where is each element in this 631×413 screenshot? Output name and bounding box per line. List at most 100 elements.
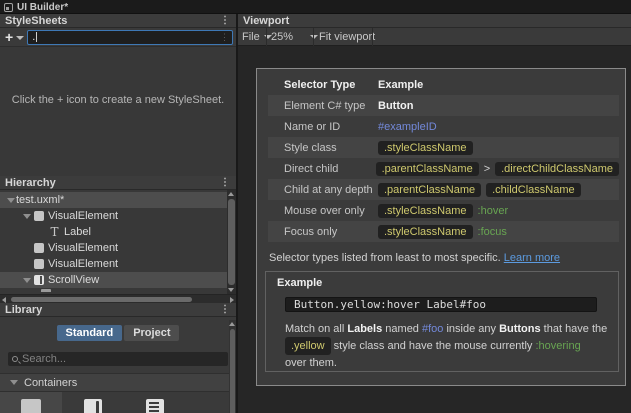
table-row: Element C# type Button xyxy=(268,95,619,116)
left-panel-column: StyleSheets ⋮ + . ⋮ Click the + icon to … xyxy=(0,14,236,413)
expander-arrow-icon[interactable] xyxy=(21,277,32,283)
scroll-down-arrow-icon[interactable] xyxy=(228,288,234,292)
field-menu-icon: ⋮ xyxy=(220,31,229,42)
library-item-list-view[interactable] xyxy=(124,392,186,413)
hierarchy-menu-icon[interactable]: ⋮ xyxy=(218,177,232,188)
text-segment-plain: inside any xyxy=(443,323,500,335)
library-item-scroll-view[interactable] xyxy=(62,392,124,413)
text-segment-plain: > xyxy=(483,162,491,175)
hierarchy-item-visualelement[interactable]: VisualElement xyxy=(0,240,236,256)
expander-arrow-icon[interactable] xyxy=(21,213,32,219)
text-segment-id: #foo xyxy=(421,323,444,335)
table-row: Focus only .styleClassName:focus xyxy=(268,221,619,242)
text-segment-bold: Buttons xyxy=(499,323,541,335)
library-vertical-scrollbar[interactable] xyxy=(229,320,236,413)
text-segment-plain: Match on all xyxy=(285,323,348,335)
text-segment-chip: .directChildClassName xyxy=(495,161,619,176)
description-line: Match on all Labels named #foo inside an… xyxy=(285,321,608,337)
search-placeholder: Search... xyxy=(22,353,67,365)
stylesheets-body: Click the + icon to create a new StyleSh… xyxy=(0,47,236,176)
fit-viewport-button[interactable]: Fit viewport xyxy=(319,28,375,46)
selector-type-table: Selector Type Example Element C# type But… xyxy=(268,75,619,242)
window-title: UI Builder* xyxy=(17,1,69,13)
selector-example-cell: #exampleID xyxy=(378,121,437,133)
toolbar-separator xyxy=(313,28,314,46)
scrollbar-thumb[interactable] xyxy=(230,329,235,413)
new-selector-value: . xyxy=(32,31,36,43)
text-segment-chip: .yellow xyxy=(285,337,331,355)
text-segment-pseudo: :focus xyxy=(477,225,507,238)
viewport-canvas: Selector Type Example Element C# type But… xyxy=(238,46,631,413)
viewport-toolbar: File 25% Fit viewport xyxy=(238,28,631,46)
scroll-up-arrow-icon[interactable] xyxy=(229,322,235,326)
stylesheets-menu-icon[interactable]: ⋮ xyxy=(218,15,232,26)
selector-example-cell: .parentClassName .childClassName xyxy=(378,182,581,197)
table-row: Name or ID #exampleID xyxy=(268,116,619,137)
scrollbar-thumb[interactable] xyxy=(228,199,235,285)
table-row: Child at any depth .parentClassName .child… xyxy=(268,179,619,200)
hierarchy-item-label[interactable]: T Label xyxy=(0,224,236,240)
selector-type-label: Child at any depth xyxy=(284,183,373,196)
viewport-title: Viewport xyxy=(243,14,290,27)
new-selector-input[interactable]: . ⋮ xyxy=(27,29,233,45)
triangle-down-icon xyxy=(22,213,31,219)
visual-element-icon xyxy=(32,259,45,269)
library-item-visual-element[interactable] xyxy=(0,392,62,413)
hierarchy-item-visualelement[interactable]: VisualElement xyxy=(0,208,236,224)
table-header-row: Selector Type Example xyxy=(268,75,619,95)
library-header: Library ⋮ xyxy=(0,303,236,317)
hierarchy-item-label: Label xyxy=(64,226,91,238)
hierarchy-title: Hierarchy xyxy=(5,176,56,189)
stylesheets-toolbar: + . ⋮ xyxy=(0,28,236,47)
selector-type-label: Direct child xyxy=(284,162,339,175)
description-line: over them. xyxy=(285,355,608,371)
scroll-view-icon xyxy=(84,399,102,413)
example-code-field: Button.yellow:hover Label#foo xyxy=(285,297,597,312)
selector-type-label: Mouse over only xyxy=(284,204,365,217)
containers-foldout[interactable]: Containers xyxy=(0,373,236,392)
text-cursor xyxy=(36,32,38,42)
viewport-header: Viewport xyxy=(238,14,631,28)
hierarchy-item-scrollview[interactable]: ScrollView xyxy=(0,272,236,288)
hierarchy-item-label: VisualElement xyxy=(48,242,119,254)
library-menu-icon[interactable]: ⋮ xyxy=(218,304,232,315)
zoom-dropdown[interactable]: 25% xyxy=(271,28,319,46)
text-segment-plain: style class and have the mouse currently xyxy=(330,340,536,352)
selector-example-cell: Button xyxy=(378,100,413,112)
hierarchy-item-test-uxml[interactable]: test.uxml* xyxy=(0,192,236,208)
hierarchy-item-label: ScrollView xyxy=(48,274,100,286)
column-header: Example xyxy=(378,79,424,91)
file-menu-button[interactable]: File xyxy=(242,28,272,46)
tab-ui-builder[interactable]: UI Builder* xyxy=(0,0,631,14)
table-body: Element C# type Button Name or ID #exampleI… xyxy=(268,95,619,242)
scroll-up-arrow-icon[interactable] xyxy=(228,192,234,196)
library-tabs: Standard Project xyxy=(0,325,236,341)
hierarchy-vertical-scrollbar[interactable] xyxy=(227,190,236,294)
hierarchy-item-visualelement[interactable]: VisualElement xyxy=(0,256,236,272)
table-row: Direct child .parentClassName > .directChil… xyxy=(268,158,619,179)
text-segment-plain: named xyxy=(382,323,422,335)
visual-element-icon xyxy=(21,399,41,413)
scroll-view-icon xyxy=(32,275,45,285)
tab-standard[interactable]: Standard xyxy=(56,325,123,341)
selector-example-cell: .styleClassName xyxy=(378,140,473,155)
label-icon: T xyxy=(50,225,59,239)
scrollbar-thumb[interactable] xyxy=(11,297,192,302)
hierarchy-item-partial xyxy=(41,289,51,292)
library-search-input[interactable]: Search... xyxy=(8,352,228,366)
stylesheets-title: StyleSheets xyxy=(5,14,68,27)
column-header: Selector Type xyxy=(284,79,356,91)
learn-more-link[interactable]: Learn more xyxy=(504,252,560,264)
ui-builder-icon xyxy=(4,2,13,12)
text-segment-pseudo: :hover xyxy=(477,204,509,217)
selector-type-label: Style class xyxy=(284,141,337,154)
hierarchy-header: Hierarchy ⋮ xyxy=(0,176,236,190)
expander-arrow-icon[interactable] xyxy=(5,197,16,203)
hierarchy-horizontal-scrollbar[interactable] xyxy=(0,294,236,303)
add-dropdown-caret-icon[interactable] xyxy=(16,35,25,40)
selector-example-cell: .styleClassName:focus xyxy=(378,224,507,239)
hierarchy-tree: test.uxml* VisualElement T Label VisualEleme… xyxy=(0,190,236,294)
text-segment-chip: .styleClassName xyxy=(378,203,473,218)
add-stylesheet-button[interactable]: + xyxy=(0,30,15,44)
tab-project[interactable]: Project xyxy=(124,325,180,341)
